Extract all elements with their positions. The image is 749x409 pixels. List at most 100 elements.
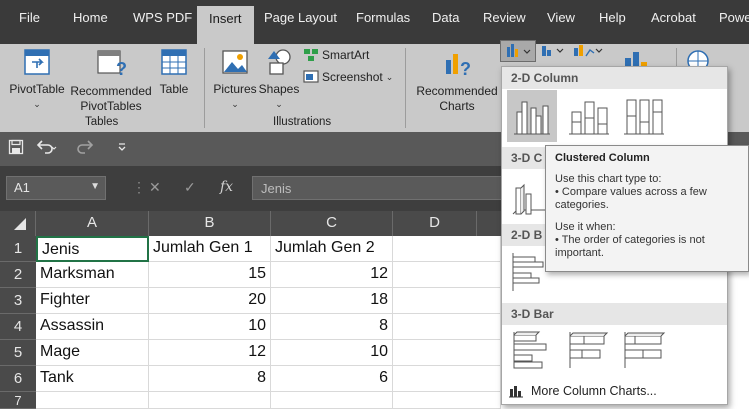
100-stacked-column-option[interactable] [619, 90, 669, 142]
section-3d-bar: 3-D Bar [502, 303, 727, 325]
tab-formulas[interactable]: Formulas [356, 10, 410, 25]
table-cell[interactable] [393, 392, 501, 409]
table-cell[interactable] [149, 392, 271, 409]
tab-data[interactable]: Data [432, 10, 459, 25]
row-header[interactable]: 4 [0, 314, 36, 340]
recommended-charts-button[interactable]: ? Recommended Charts [414, 48, 500, 114]
table-cell[interactable]: Jumlah Gen 2 [271, 236, 393, 262]
table-cell[interactable]: 18 [271, 288, 393, 314]
3d-clustered-column-option[interactable] [507, 170, 547, 222]
screenshot-caret-icon: ⌄ [385, 71, 394, 82]
select-all-corner[interactable] [0, 211, 36, 236]
table-cell[interactable] [393, 288, 501, 314]
table-label: Table [159, 82, 189, 96]
tab-wps-pdf[interactable]: WPS PDF [133, 10, 192, 25]
shapes-button[interactable]: Shapes ⌄ [258, 48, 300, 112]
table-cell[interactable]: Mage [36, 340, 149, 366]
table-cell[interactable]: 10 [149, 314, 271, 340]
recommended-charts-label-1: Recommended [416, 84, 498, 98]
table-cell[interactable]: 8 [271, 314, 393, 340]
row-header[interactable]: 6 [0, 366, 36, 392]
tab-power[interactable]: Powe [719, 10, 749, 25]
recommended-pivottables-button[interactable]: ? Recommended PivotTables [70, 48, 152, 114]
chevron-down-icon[interactable]: ▼ [90, 181, 100, 192]
table-cell[interactable]: Tank [36, 366, 149, 392]
pictures-button[interactable]: Pictures ⌄ [210, 48, 260, 112]
tab-review[interactable]: Review [483, 10, 526, 25]
recommended-pivottables-label-2: PivotTables [80, 99, 142, 113]
recommended-pivottables-label-1: Recommended [70, 84, 152, 98]
column-header-a[interactable]: A [36, 211, 149, 236]
insert-statistic-chart-button[interactable] [572, 42, 604, 60]
3d-percent-stacked-bar-icon [624, 332, 666, 368]
table-cell[interactable] [393, 340, 501, 366]
3d-clustered-bar-option[interactable] [507, 326, 557, 378]
tab-help[interactable]: Help [599, 10, 626, 25]
row-header[interactable]: 1 [0, 236, 36, 262]
insert-hierarchy-chart-button[interactable] [540, 42, 570, 60]
table-cell[interactable]: 15 [149, 262, 271, 288]
table-cell[interactable] [271, 392, 393, 409]
row-header[interactable]: 7 [0, 392, 36, 409]
column-header-d[interactable]: D [393, 211, 477, 236]
insert-function-icon[interactable]: fx [220, 179, 233, 195]
table-cell[interactable]: Assassin [36, 314, 149, 340]
table-cell[interactable]: Marksman [36, 262, 149, 288]
table-cell[interactable]: Fighter [36, 288, 149, 314]
shapes-caret-icon: ⌄ [275, 99, 283, 109]
table-cell[interactable]: 6 [271, 366, 393, 392]
clustered-column-option[interactable] [507, 90, 557, 142]
more-column-charts-link[interactable]: More Column Charts... [508, 384, 657, 398]
tab-view[interactable]: View [547, 10, 575, 25]
pivottable-button[interactable]: PivotTable ⌄ [6, 48, 68, 112]
save-icon[interactable] [8, 139, 24, 160]
tab-acrobat[interactable]: Acrobat [651, 10, 696, 25]
tooltip-text: • The order of categories is not [555, 234, 705, 246]
table-cell[interactable]: 12 [271, 262, 393, 288]
smartart-icon [304, 49, 318, 61]
table-cell[interactable] [36, 392, 149, 409]
smartart-button[interactable]: SmartArt [303, 47, 369, 63]
insert-column-chart-button[interactable] [500, 40, 536, 62]
table-cell[interactable]: 12 [149, 340, 271, 366]
formula-controls: ⋮ ✕ ✓ fx [132, 176, 252, 200]
table-cell[interactable]: Jumlah Gen 1 [149, 236, 271, 262]
percent-stacked-column-icon [624, 99, 664, 135]
tooltip-text: Use this chart type to: [555, 173, 662, 185]
table-icon [161, 49, 187, 75]
table-cell[interactable] [393, 262, 501, 288]
table-cell[interactable]: 8 [149, 366, 271, 392]
tooltip-text: important. [555, 247, 604, 259]
screenshot-label: Screenshot [322, 70, 383, 84]
name-box[interactable]: A1 ▼ [6, 176, 106, 200]
stacked-column-option[interactable] [564, 90, 614, 142]
cancel-icon[interactable]: ✕ [149, 179, 161, 196]
recommended-charts-icon: ? [446, 54, 471, 79]
table-cell[interactable]: Jenis [36, 236, 149, 262]
table-cell[interactable] [393, 314, 501, 340]
column-header-c[interactable]: C [271, 211, 393, 236]
undo-icon[interactable] [36, 139, 58, 160]
table-button[interactable]: Table [154, 48, 194, 97]
redo-icon[interactable] [76, 139, 98, 160]
screenshot-button[interactable]: Screenshot ⌄ [303, 69, 393, 85]
table-cell[interactable] [393, 366, 501, 392]
tab-file[interactable]: File [19, 10, 40, 25]
row-header[interactable]: 2 [0, 262, 36, 288]
row-header[interactable]: 5 [0, 340, 36, 366]
customize-toolbar-icon[interactable] [117, 141, 127, 156]
table-cell[interactable]: 10 [271, 340, 393, 366]
3d-stacked-bar-option[interactable] [564, 326, 614, 378]
enter-icon[interactable]: ✓ [184, 179, 196, 196]
column-header-b[interactable]: B [149, 211, 271, 236]
tab-insert[interactable]: Insert [197, 6, 254, 44]
tab-home[interactable]: Home [73, 10, 108, 25]
svg-text:?: ? [116, 59, 126, 78]
ribbon-separator [405, 48, 406, 128]
3d-100-stacked-bar-option[interactable] [619, 326, 669, 378]
table-cell[interactable]: 20 [149, 288, 271, 314]
table-cell[interactable] [393, 236, 501, 262]
row-header[interactable]: 3 [0, 288, 36, 314]
screenshot-icon [303, 70, 319, 83]
tab-page-layout[interactable]: Page Layout [264, 10, 337, 25]
